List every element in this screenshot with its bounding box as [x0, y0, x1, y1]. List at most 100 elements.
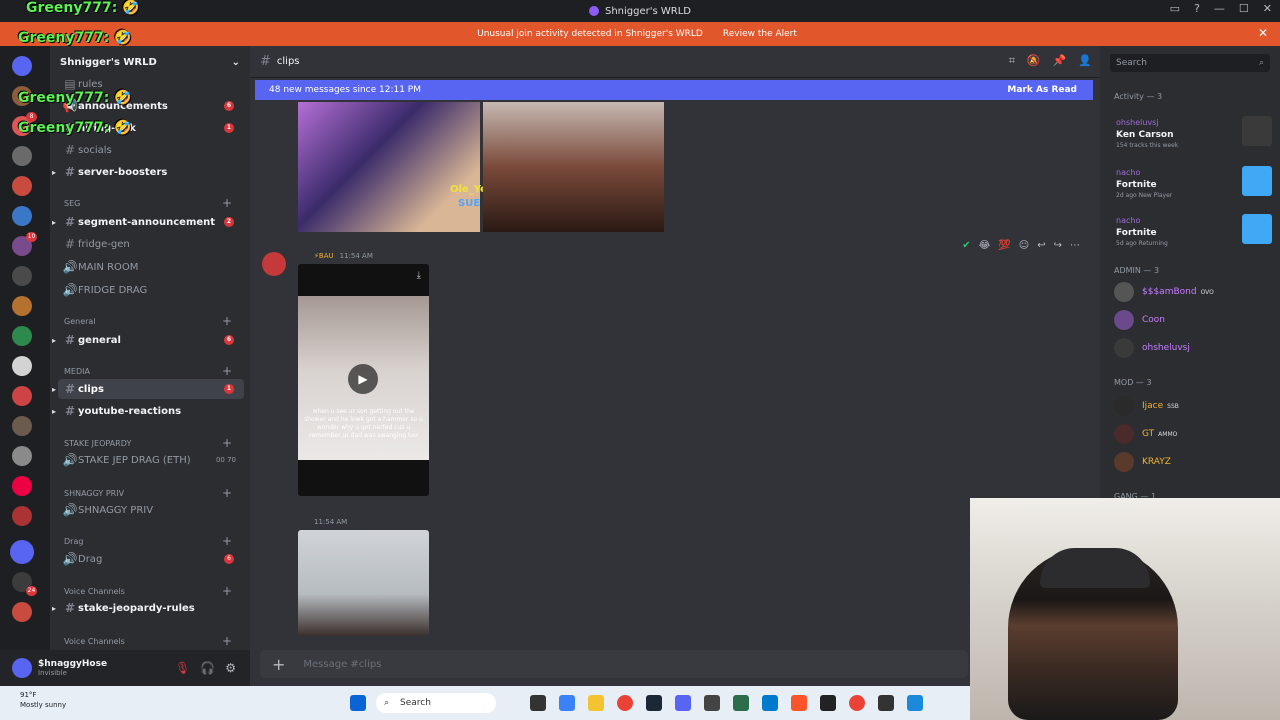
app-icon[interactable]	[820, 695, 836, 711]
gear-icon[interactable]: ⚙	[225, 661, 236, 675]
member-list-icon[interactable]: 👤	[1078, 54, 1092, 68]
mic-muted-icon[interactable]: 🎙	[175, 661, 190, 675]
activity-card[interactable]: nacho Fortnite 2d ago New Player	[1108, 164, 1274, 204]
more-icon[interactable]: ⋯	[1070, 240, 1080, 251]
terminal-icon[interactable]	[878, 695, 894, 711]
server-icon[interactable]	[12, 506, 32, 526]
reply-icon[interactable]: ↩	[1037, 240, 1045, 251]
chrome-icon[interactable]	[849, 695, 865, 711]
message-input[interactable]: Message #clips	[303, 659, 381, 670]
search-input[interactable]: Search ⌕	[1110, 54, 1270, 72]
add-attachment-icon[interactable]: +	[272, 655, 285, 674]
discord-icon[interactable]	[675, 695, 691, 711]
media-image[interactable]	[483, 102, 664, 232]
emoji-reaction-icon[interactable]: 💯	[998, 240, 1010, 251]
plus-icon[interactable]: +	[222, 584, 232, 598]
member-item[interactable]: KRAYZ	[1114, 450, 1274, 474]
app-icon[interactable]	[733, 695, 749, 711]
plus-icon[interactable]: +	[222, 196, 232, 210]
message-composer[interactable]: + Message #clips	[260, 650, 968, 678]
member-item[interactable]: ohsheluvsj	[1114, 336, 1274, 360]
voice-channel-drag[interactable]: 🔊 Drag 6	[58, 549, 244, 569]
server-icon[interactable]	[12, 602, 32, 622]
plus-icon[interactable]: +	[222, 534, 232, 548]
plus-icon[interactable]: +	[222, 634, 232, 648]
category-shnaggy-priv[interactable]: SHNAGGY PRIV +	[64, 486, 244, 500]
pin-icon[interactable]: 📌	[1053, 54, 1067, 68]
plus-icon[interactable]: +	[222, 486, 232, 500]
notification-bell-icon[interactable]: 🔕	[1027, 54, 1041, 68]
mark-as-read-button[interactable]: Mark As Read	[1007, 85, 1077, 95]
activity-card[interactable]: nacho Fortnite 5d ago Returning	[1108, 212, 1274, 252]
category-drag[interactable]: Drag +	[64, 534, 244, 548]
voice-channel-fridge-drag[interactable]: 🔊 FRIDGE DRAG	[58, 280, 244, 300]
task-view-icon[interactable]	[530, 695, 546, 711]
voice-channel-shnaggy-priv[interactable]: 🔊 SHNAGGY PRIV	[58, 500, 244, 520]
app-icon[interactable]	[907, 695, 923, 711]
steam-icon[interactable]	[646, 695, 662, 711]
member-item[interactable]: GT AMMO	[1114, 422, 1274, 446]
maximize-icon[interactable]: ☐	[1239, 2, 1249, 15]
member-item[interactable]: Ijace SSB	[1114, 394, 1274, 418]
server-icon[interactable]	[12, 326, 32, 346]
server-icon[interactable]	[12, 296, 32, 316]
channel-stake-jeopardy-rules[interactable]: ▸ # stake-jeopardy-rules	[52, 598, 244, 618]
category-stake-jeopardy[interactable]: STAKE JEOPARDY +	[64, 436, 244, 450]
new-messages-bar[interactable]: 48 new messages since 12:11 PM Mark As R…	[255, 80, 1093, 100]
channel-general[interactable]: ▸ # general 6	[52, 330, 244, 350]
inbox-icon[interactable]: ▭	[1170, 2, 1180, 15]
close-icon[interactable]: ✕	[1258, 26, 1268, 40]
play-icon[interactable]: ▶	[348, 364, 378, 394]
server-icon[interactable]	[12, 416, 32, 436]
server-icon[interactable]	[12, 446, 32, 466]
plus-icon[interactable]: +	[222, 364, 232, 378]
channel-socials[interactable]: # socials	[58, 140, 244, 160]
avatar[interactable]	[262, 252, 286, 276]
member-item[interactable]: Coon	[1114, 308, 1274, 332]
voice-channel-main-room[interactable]: 🔊 MAIN ROOM	[58, 257, 244, 277]
plus-icon[interactable]: +	[222, 314, 232, 328]
discord-logo-icon[interactable]	[10, 540, 34, 564]
category-media[interactable]: MEDIA +	[64, 364, 244, 378]
server-icon[interactable]	[12, 206, 32, 226]
emoji-reaction-icon[interactable]: 😂	[979, 240, 991, 251]
channel-segment-announcement[interactable]: ▸ # segment-announcement 2	[52, 212, 244, 232]
channel-fridge-gen[interactable]: # fridge-gen	[58, 234, 244, 254]
weather-widget[interactable]: 91°F Mostly sunny	[20, 690, 66, 710]
minimize-icon[interactable]: —	[1214, 2, 1225, 15]
member-item[interactable]: $$$amBond OVO	[1114, 280, 1274, 304]
chrome-icon[interactable]	[617, 695, 633, 711]
chevron-down-icon[interactable]: ⌄	[232, 57, 240, 68]
server-icon[interactable]	[12, 56, 32, 76]
channel-clips[interactable]: ▸ # clips 1	[52, 379, 244, 399]
app-icon[interactable]	[704, 695, 720, 711]
windows-start-icon[interactable]	[350, 695, 366, 711]
server-icon[interactable]	[12, 176, 32, 196]
server-icon[interactable]	[12, 476, 32, 496]
brave-icon[interactable]	[791, 695, 807, 711]
add-reaction-icon[interactable]: ☺	[1019, 240, 1029, 251]
video-attachment[interactable]	[298, 530, 429, 636]
check-reaction-icon[interactable]: ✔	[962, 240, 970, 251]
channel-youtube-reactions[interactable]: ▸ # youtube-reactions	[52, 401, 244, 421]
folder-icon[interactable]	[588, 695, 604, 711]
threads-icon[interactable]: ⌗	[1009, 54, 1015, 68]
copilot-icon[interactable]	[559, 695, 575, 711]
media-image[interactable]: Ole_Yeehaw SUE	[298, 102, 517, 232]
review-alert-button[interactable]: Review the Alert	[717, 27, 803, 41]
category-voice-channels[interactable]: Voice Channels +	[64, 634, 244, 648]
vscode-icon[interactable]	[762, 695, 778, 711]
message-author[interactable]: ⚡BAU	[314, 252, 334, 260]
help-icon[interactable]: ?	[1194, 2, 1200, 15]
download-icon[interactable]: ⤓	[417, 270, 421, 281]
forward-icon[interactable]: ↪	[1054, 240, 1062, 251]
category-voice-channels[interactable]: Voice Channels +	[64, 584, 244, 598]
server-icon[interactable]	[12, 146, 32, 166]
voice-channel-stake-jep-drag[interactable]: 🔊 STAKE JEP DRAG (ETH) 00 70	[58, 450, 244, 470]
avatar[interactable]	[12, 658, 32, 678]
activity-card[interactable]: ohsheluvsj Ken Carson 154 tracks this we…	[1108, 114, 1274, 154]
headphones-muted-icon[interactable]: 🎧	[200, 661, 215, 675]
channel-server-boosters[interactable]: ▸ # server-boosters	[52, 162, 244, 182]
plus-icon[interactable]: +	[222, 436, 232, 450]
close-window-icon[interactable]: ✕	[1263, 2, 1272, 15]
